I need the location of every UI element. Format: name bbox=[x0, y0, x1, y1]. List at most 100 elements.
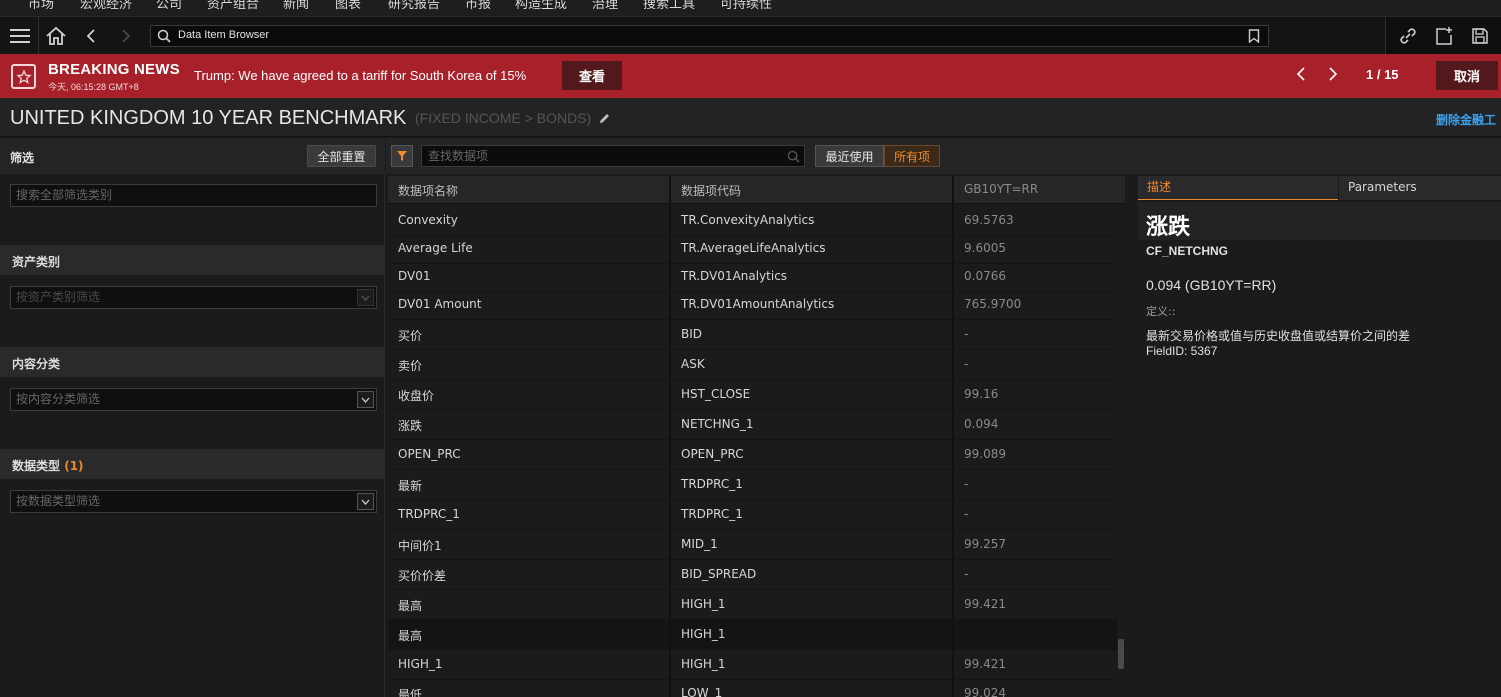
filter-funnel-icon[interactable] bbox=[391, 145, 413, 167]
previous-news-icon[interactable] bbox=[1296, 66, 1306, 86]
forward-icon[interactable] bbox=[108, 17, 144, 54]
content-placeholder: 按内容分类筛选 bbox=[16, 392, 101, 406]
tab-parameters[interactable]: Parameters bbox=[1339, 176, 1501, 200]
table-row[interactable]: 中间价1 MID_1 99.257 bbox=[388, 530, 1118, 560]
menu-item[interactable]: 搜索工具 bbox=[643, 0, 695, 12]
menu-item[interactable]: 治理 bbox=[592, 0, 618, 12]
row-name-cell: 最高 bbox=[398, 599, 423, 613]
row-value-cell: 0.0766 bbox=[964, 269, 1006, 283]
breaking-news-headline[interactable]: Trump: We have agreed to a tariff for So… bbox=[194, 68, 526, 83]
view-news-button[interactable]: 查看 bbox=[562, 61, 622, 90]
breaking-news-banner: BREAKING NEWS 今天, 06:15:28 GMT+8 Trump: … bbox=[0, 54, 1501, 98]
row-code-cell: TRDPRC_1 bbox=[681, 477, 743, 491]
row-name-cell: HIGH_1 bbox=[398, 657, 443, 671]
menu-item[interactable]: 宏观经济 bbox=[80, 0, 132, 12]
home-icon[interactable] bbox=[38, 17, 74, 54]
filter-title: 筛选 bbox=[10, 151, 35, 165]
menu-item[interactable]: 可持续性 bbox=[720, 0, 772, 12]
row-value-cell: - bbox=[964, 327, 969, 341]
all-items-tab[interactable]: 所有项 bbox=[884, 145, 940, 167]
remove-instrument-link[interactable]: 删除金融工 bbox=[1436, 111, 1496, 128]
row-code-cell: ASK bbox=[681, 357, 705, 371]
menu-item[interactable]: 资产组合 bbox=[207, 0, 259, 12]
data-item-search-input[interactable]: 查找数据项 bbox=[421, 145, 805, 167]
table-row[interactable]: TRDPRC_1 TRDPRC_1 - bbox=[388, 500, 1118, 530]
instrument-title-bar: UNITED KINGDOM 10 YEAR BENCHMARK (FIXED … bbox=[0, 98, 1501, 137]
save-icon[interactable] bbox=[1462, 17, 1498, 54]
table-row[interactable]: 收盘价 HST_CLOSE 99.16 bbox=[388, 380, 1118, 410]
row-value-cell: 99.421 bbox=[964, 597, 1006, 611]
row-value-cell: 99.024 bbox=[964, 686, 1006, 697]
menu-item[interactable]: 公司 bbox=[156, 0, 182, 12]
tab-description[interactable]: 描述 bbox=[1138, 176, 1338, 200]
table-scrollbar[interactable] bbox=[1117, 204, 1125, 697]
pencil-edit-icon[interactable] bbox=[598, 112, 611, 129]
search-icon bbox=[157, 29, 171, 47]
new-window-icon[interactable] bbox=[1426, 17, 1462, 54]
table-row[interactable]: 买价价差 BID_SPREAD - bbox=[388, 560, 1118, 590]
filter-search-input[interactable]: 搜索全部筛选类别 bbox=[10, 184, 377, 207]
scrollbar-thumb[interactable] bbox=[1118, 639, 1124, 669]
detail-item-value: 0.094 (GB10YT=RR) bbox=[1146, 277, 1277, 293]
address-search-box[interactable]: Data Item Browser bbox=[150, 25, 1269, 47]
row-value-cell: 765.9700 bbox=[964, 297, 1022, 311]
menu-item[interactable]: 图表 bbox=[335, 0, 361, 12]
row-code-cell: BID bbox=[681, 327, 703, 341]
content-dropdown[interactable]: 按内容分类筛选 bbox=[10, 388, 377, 411]
row-name-cell: 收盘价 bbox=[398, 389, 435, 403]
table-row[interactable]: DV01 Amount TR.DV01AmountAnalytics 765.970… bbox=[388, 290, 1118, 320]
table-row[interactable]: 最高 HIGH_1 bbox=[388, 620, 1118, 650]
menu-item[interactable]: 新闻 bbox=[283, 0, 309, 12]
recently-used-tab[interactable]: 最近使用 bbox=[815, 145, 884, 167]
hamburger-menu-icon[interactable] bbox=[2, 17, 38, 54]
menu-item[interactable]: 构造生成 bbox=[515, 0, 567, 12]
back-icon[interactable] bbox=[73, 17, 109, 54]
row-code-cell: HST_CLOSE bbox=[681, 387, 751, 401]
page-title: UNITED KINGDOM 10 YEAR BENCHMARK bbox=[10, 107, 407, 129]
data-type-label: 数据类型 (1) bbox=[12, 459, 84, 473]
reset-all-button[interactable]: 全部重置 bbox=[307, 145, 376, 167]
row-value-cell: 99.257 bbox=[964, 537, 1006, 551]
table-row[interactable]: 最新 TRDPRC_1 - bbox=[388, 470, 1118, 500]
row-value-cell: 69.5763 bbox=[964, 213, 1014, 227]
detail-item-name: 涨跌 bbox=[1146, 214, 1191, 239]
column-header-name[interactable]: 数据项名称 bbox=[398, 182, 458, 199]
row-name-cell: 最低 bbox=[398, 688, 423, 697]
table-row[interactable]: 买价 BID - bbox=[388, 320, 1118, 350]
table-row[interactable]: Average Life TR.AverageLifeAnalytics 9.600… bbox=[388, 234, 1118, 264]
breaking-news-time: 今天, 06:15:28 GMT+8 bbox=[48, 82, 139, 92]
row-value-cell: 9.6005 bbox=[964, 241, 1006, 255]
table-row[interactable]: 卖价 ASK - bbox=[388, 350, 1118, 380]
row-code-cell: OPEN_PRC bbox=[681, 447, 744, 461]
row-name-cell: DV01 Amount bbox=[398, 297, 482, 311]
table-row[interactable]: 最低 LOW_1 99.024 bbox=[388, 679, 1118, 697]
table-row[interactable]: HIGH_1 HIGH_1 99.421 bbox=[388, 650, 1118, 680]
row-code-cell: MID_1 bbox=[681, 537, 718, 551]
data-type-count: (1) bbox=[64, 459, 84, 473]
menu-item[interactable]: 市场 bbox=[28, 0, 54, 12]
row-code-cell: TR.AverageLifeAnalytics bbox=[681, 241, 826, 255]
next-news-icon[interactable] bbox=[1328, 66, 1338, 86]
table-row[interactable]: Convexity TR.ConvexityAnalytics 69.5763 bbox=[388, 206, 1118, 236]
column-header-code[interactable]: 数据项代码 bbox=[681, 182, 741, 199]
table-row[interactable]: 涨跌 NETCHNG_1 0.094 bbox=[388, 410, 1118, 440]
column-header-ric[interactable]: GB10YT=RR bbox=[964, 182, 1038, 196]
data-item-table: 数据项名称 数据项代码 GB10YT=RR Convexity TR.Convex… bbox=[388, 176, 1125, 697]
table-row[interactable]: DV01 TR.DV01Analytics 0.0766 bbox=[388, 262, 1118, 292]
cancel-news-button[interactable]: 取消 bbox=[1436, 61, 1498, 90]
asset-class-dropdown[interactable]: 按资产类别筛选 bbox=[10, 286, 377, 309]
menu-item[interactable]: 研究报告 bbox=[388, 0, 440, 12]
row-name-cell: 涨跌 bbox=[398, 419, 423, 433]
row-name-cell: Average Life bbox=[398, 241, 473, 255]
table-row[interactable]: OPEN_PRC OPEN_PRC 99.089 bbox=[388, 440, 1118, 470]
row-name-cell: 中间价1 bbox=[398, 539, 442, 553]
row-name-cell: 买价价差 bbox=[398, 569, 447, 583]
link-icon[interactable] bbox=[1390, 17, 1426, 54]
data-type-dropdown[interactable]: 按数据类型筛选 bbox=[10, 490, 377, 513]
table-row[interactable]: 最高 HIGH_1 99.421 bbox=[388, 590, 1118, 620]
menu-item[interactable]: 市报 bbox=[465, 0, 491, 12]
row-code-cell: NETCHNG_1 bbox=[681, 417, 754, 431]
definition-text: 最新交易价格或值与历史收盘值或结算价之间的差 bbox=[1146, 329, 1411, 343]
asset-class-placeholder: 按资产类别筛选 bbox=[16, 290, 101, 304]
bookmark-icon[interactable] bbox=[1248, 29, 1260, 47]
